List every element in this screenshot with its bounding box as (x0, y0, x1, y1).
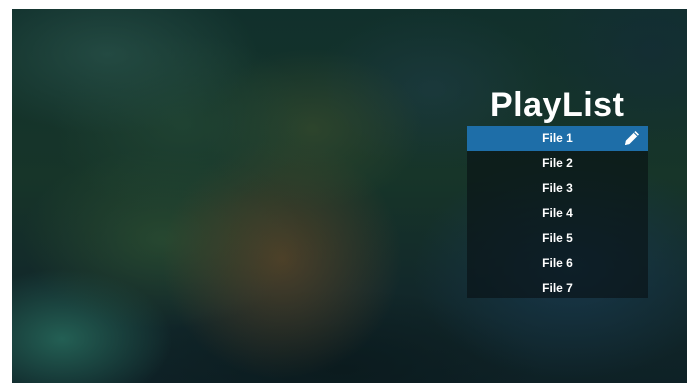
playlist-item-file-2[interactable]: File 2 (467, 151, 648, 176)
playlist-title: PlayList (490, 86, 625, 124)
playlist-item-label: File 2 (542, 156, 573, 170)
playlist-item-file-4[interactable]: File 4 (467, 201, 648, 226)
playlist-item-label: File 1 (542, 131, 573, 145)
playlist-item-label: File 4 (542, 206, 573, 220)
playlist-panel: File 1 File 2 File 3 File 4 File 5 File … (467, 126, 648, 298)
playlist-item-label: File 6 (542, 256, 573, 270)
playlist-item-label: File 7 (542, 281, 573, 295)
playlist-item-file-7[interactable]: File 7 (467, 276, 648, 301)
playlist-item-label: File 3 (542, 181, 573, 195)
pencil-icon[interactable] (622, 128, 642, 148)
playlist-item-file-5[interactable]: File 5 (467, 226, 648, 251)
playlist-item-file-6[interactable]: File 6 (467, 251, 648, 276)
playlist-item-file-3[interactable]: File 3 (467, 176, 648, 201)
playlist-item-file-1[interactable]: File 1 (467, 126, 648, 151)
playlist-item-label: File 5 (542, 231, 573, 245)
screen: PlayList File 1 File 2 File 3 File 4 Fil… (12, 9, 687, 383)
